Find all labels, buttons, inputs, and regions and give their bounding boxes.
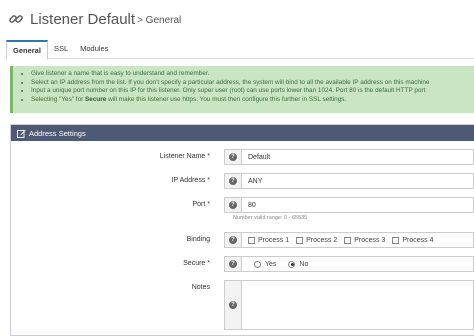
port-field[interactable]: 80 <box>242 197 474 213</box>
info-line: Select an IP address from the list. If y… <box>31 79 474 88</box>
info-line: Give listener a name that is easy to und… <box>31 70 474 79</box>
listener-name-label: Listener Name * <box>159 153 210 160</box>
question-circle-icon[interactable]: ? <box>224 149 242 165</box>
binding-process-3[interactable]: Process 3 <box>344 236 385 244</box>
listener-name-field[interactable]: Default <box>242 149 474 165</box>
info-line: Input a unique port number on this IP fo… <box>31 87 474 96</box>
secure-yes-radio[interactable]: Yes <box>254 260 276 268</box>
checkbox[interactable] <box>296 236 304 244</box>
secure-no-radio[interactable]: No <box>288 260 308 268</box>
page-subtitle: > General <box>137 15 182 26</box>
ip-address-select[interactable]: ANY <box>242 173 474 189</box>
info-box: Give listener a name that is easy to und… <box>10 66 474 113</box>
checkbox[interactable] <box>248 236 255 244</box>
question-circle-icon[interactable]: ? <box>224 232 242 248</box>
binding-options: Process 1 Process 2 Process 3 Process 4 <box>242 232 474 248</box>
secure-options: Yes No <box>242 256 474 272</box>
binding-process-4[interactable]: Process 4 <box>392 236 434 244</box>
notes-label: Notes <box>191 284 210 291</box>
radio[interactable] <box>254 260 261 268</box>
port-hint: Number valid range: 0 - 65535 <box>233 215 308 221</box>
question-circle-icon[interactable]: ? <box>224 256 242 272</box>
ip-address-label: IP Address * <box>171 177 210 184</box>
question-circle-icon[interactable]: ? <box>224 197 242 213</box>
checkbox[interactable] <box>392 236 400 244</box>
page-header: Listener Default > General <box>8 8 181 30</box>
tab-modules[interactable]: Modules <box>74 40 114 59</box>
radio[interactable] <box>288 260 296 268</box>
panel-title: Address Settings <box>29 128 86 138</box>
address-settings-panel: Address Settings Listener Name * ? Defau… <box>10 124 474 336</box>
tab-bar: General SSL Modules <box>6 40 474 60</box>
binding-process-2[interactable]: Process 2 <box>296 236 337 244</box>
secure-label: Secure * <box>183 260 210 267</box>
question-circle-icon[interactable]: ? <box>224 173 242 189</box>
panel-header: Address Settings <box>11 125 474 141</box>
tab-general[interactable]: General <box>6 40 48 60</box>
checkbox[interactable] <box>344 236 352 244</box>
edit-icon <box>17 129 26 138</box>
tab-ssl[interactable]: SSL <box>48 40 74 59</box>
info-line-secure: Selecting "Yes" for Secure will make thi… <box>31 96 474 105</box>
page-title: Listener Default <box>30 10 136 28</box>
link-chain-icon <box>8 11 24 27</box>
binding-label: Binding <box>186 236 210 243</box>
binding-process-1[interactable]: Process 1 <box>248 236 289 244</box>
question-circle-icon[interactable]: ? <box>224 280 242 330</box>
notes-textarea[interactable] <box>242 280 474 330</box>
port-label: Port * <box>192 201 210 208</box>
